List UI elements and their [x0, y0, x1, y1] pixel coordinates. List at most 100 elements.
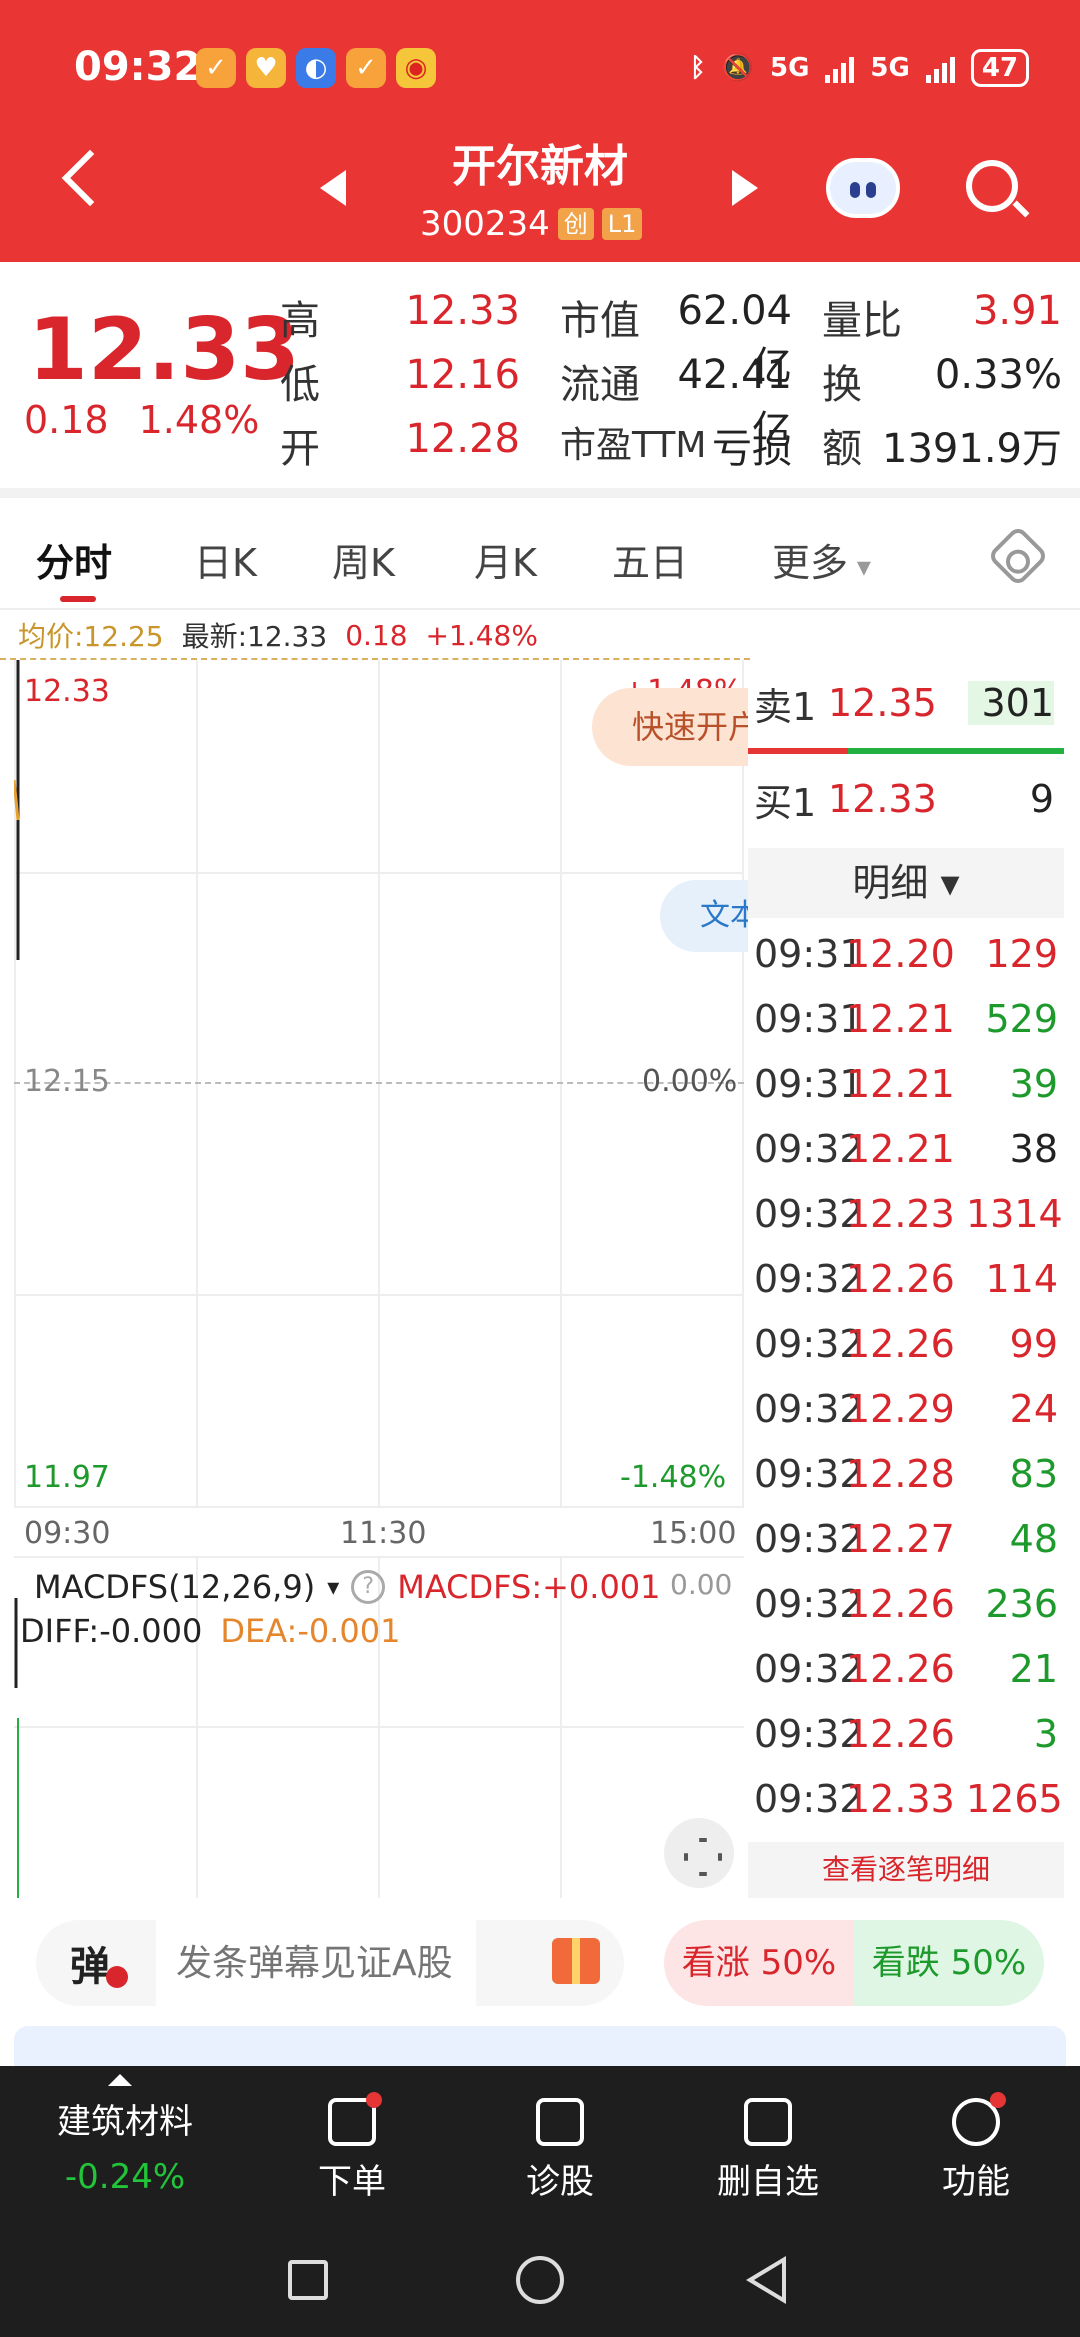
macd-bars: [14, 1598, 19, 1898]
text-mode-button[interactable]: 文本: [660, 880, 750, 952]
grid-line: [14, 872, 744, 874]
function-button[interactable]: 功能: [896, 2092, 1056, 2203]
order-book-panel: 卖1 12.35 301 买1 12.33 9 明细 ▾ 09:31 12.20 1…: [748, 660, 1064, 1900]
quick-open-account-button[interactable]: 快速开户: [592, 688, 750, 766]
battery-icon: 47: [970, 49, 1030, 87]
browser-app-icon: ◐: [296, 48, 336, 88]
tick-volume: 99: [1009, 1322, 1058, 1366]
y-label-bottom: 11.97: [24, 1460, 110, 1495]
sector-button[interactable]: 建筑材料 -0.24%: [30, 2094, 220, 2197]
tick-volume: 83: [1009, 1452, 1058, 1496]
grid-line: [560, 1558, 562, 1898]
recent-apps-icon[interactable]: [288, 2260, 328, 2300]
expand-up-icon[interactable]: [108, 2074, 132, 2086]
system-back-icon[interactable]: [746, 2256, 786, 2304]
tick-time: 09:31: [754, 932, 864, 976]
function-label: 功能: [942, 2162, 1010, 2202]
change-percent: 1.48%: [138, 398, 260, 442]
vote-rise-button[interactable]: 看涨 50%: [664, 1920, 854, 2006]
tick-row: 09:32 12.26 99: [748, 1312, 1064, 1376]
tick-row: 09:32 12.26 21: [748, 1637, 1064, 1701]
tick-price: 12.33: [846, 1777, 955, 1821]
tick-price: 12.21: [846, 997, 955, 1041]
latest-price: 最新:12.33: [181, 620, 328, 653]
tick-time: 09:31: [754, 1062, 864, 1106]
stock-code: 300234: [420, 204, 550, 244]
status-indicators: ᛒ 🔕 5G 5G 47: [690, 46, 1030, 90]
danmu-bar: 弹 看涨 50% 看跌 50%: [0, 1896, 1080, 2026]
tick-volume: 24: [1009, 1387, 1058, 1431]
signal-icon: [825, 53, 855, 83]
chevron-down-icon[interactable]: ▾: [327, 1573, 339, 1601]
tick-volume: 129: [985, 932, 1058, 976]
tab-daily-k[interactable]: 日K: [194, 532, 257, 587]
tick-row: 09:32 12.26 236: [748, 1572, 1064, 1636]
label-open: 开: [280, 426, 320, 472]
chart-tabs: 分时 日K 周K 月K 五日 更多 ▾: [0, 498, 1080, 610]
home-icon[interactable]: [516, 2256, 564, 2304]
tab-intraday[interactable]: 分时: [36, 532, 112, 587]
diagnose-button[interactable]: 诊股: [480, 2098, 640, 2203]
tick-volume: 48: [1009, 1517, 1058, 1561]
tick-row: 09:31 12.21 39: [748, 1052, 1064, 1116]
notification-dot: [366, 2092, 382, 2108]
remove-watchlist-button[interactable]: 删自选: [688, 2098, 848, 2203]
check-badge-icon: [106, 1966, 128, 1988]
pct-label-mid: 0.00%: [642, 1064, 738, 1099]
settings-gear-icon[interactable]: [986, 524, 1050, 588]
tab-more[interactable]: 更多 ▾: [772, 532, 871, 587]
bid-label: 买1: [754, 780, 817, 825]
tick-time: 09:32: [754, 1517, 864, 1561]
next-stock-icon[interactable]: [732, 170, 758, 206]
grid-line: [14, 1726, 744, 1728]
macd-panel[interactable]: MACDFS(12,26,9) ▾ ? MACDFS:+0.001 0.00 D…: [14, 1556, 744, 1898]
tick-price: 12.26: [846, 1322, 955, 1366]
status-time: 09:32: [74, 44, 202, 90]
system-nav-bar: [0, 2240, 1080, 2337]
tab-monthly-k[interactable]: 月K: [474, 532, 537, 587]
menu-icon: [952, 2092, 1006, 2146]
x-label-open: 09:30: [24, 1516, 111, 1551]
quote-row-open: 开 12.28 市盈TTM 亏损 额 1391.9万: [280, 416, 1062, 474]
macd-indicator-select[interactable]: MACDFS(12,26,9): [34, 1568, 315, 1606]
order-label: 下单: [318, 2162, 386, 2202]
chevron-down-icon: ▾: [848, 550, 871, 583]
sector-name: 建筑材料: [57, 2102, 193, 2142]
tab-five-day[interactable]: 五日: [612, 532, 688, 587]
grid-line: [378, 1558, 380, 1898]
order-icon: [328, 2092, 382, 2146]
tab-weekly-k[interactable]: 周K: [332, 532, 395, 587]
x-label-close: 15:00: [650, 1516, 737, 1551]
fullscreen-expand-icon[interactable]: [664, 1818, 734, 1888]
tick-detail-dropdown[interactable]: 明细 ▾: [748, 848, 1064, 918]
quote-panel: 12.33 0.18 1.48% 高 12.33 市值 62.04亿 量比 3.…: [0, 262, 1080, 498]
ask-volume: 301: [968, 681, 1054, 725]
tick-time: 09:32: [754, 1452, 864, 1496]
tick-time: 09:31: [754, 997, 864, 1041]
ai-assistant-robot-icon[interactable]: [826, 158, 900, 218]
gift-icon[interactable]: [552, 1938, 600, 1984]
vote-fall-button[interactable]: 看跌 50%: [854, 1920, 1044, 2006]
bid-bar: [748, 748, 848, 754]
bid-1-row: 买1 12.33 9: [748, 756, 1064, 842]
order-button[interactable]: 下单: [272, 2092, 432, 2203]
search-icon[interactable]: [966, 160, 1018, 212]
intraday-chart[interactable]: 12.33 12.15 11.97 +1.48% 0.00% -1.48%: [14, 660, 744, 1508]
bid-volume: 9: [1029, 777, 1054, 821]
bid-price: 12.33: [828, 777, 937, 821]
latest-change: 0.18: [345, 618, 408, 652]
help-icon[interactable]: ?: [351, 1570, 386, 1604]
tick-volume: 529: [985, 997, 1058, 1041]
macd-zero-label: 0.00: [670, 1568, 733, 1601]
tick-price: 12.26: [846, 1257, 955, 1301]
danmu-toggle[interactable]: 弹: [70, 1934, 128, 1992]
view-tick-details-link[interactable]: 查看逐笔明细: [748, 1842, 1064, 1898]
book-balance-bar: [748, 748, 1064, 754]
danmu-input[interactable]: [156, 1920, 476, 2006]
stock-code-row: 300234 创 L1: [420, 204, 643, 244]
tick-row: 09:32 12.21 38: [748, 1117, 1064, 1181]
tick-price: 12.26: [846, 1582, 955, 1626]
y-label-mid: 12.15: [24, 1064, 110, 1099]
macd-header: MACDFS(12,26,9) ▾ ? MACDFS:+0.001: [34, 1568, 661, 1606]
promo-banner[interactable]: [14, 2026, 1066, 2066]
